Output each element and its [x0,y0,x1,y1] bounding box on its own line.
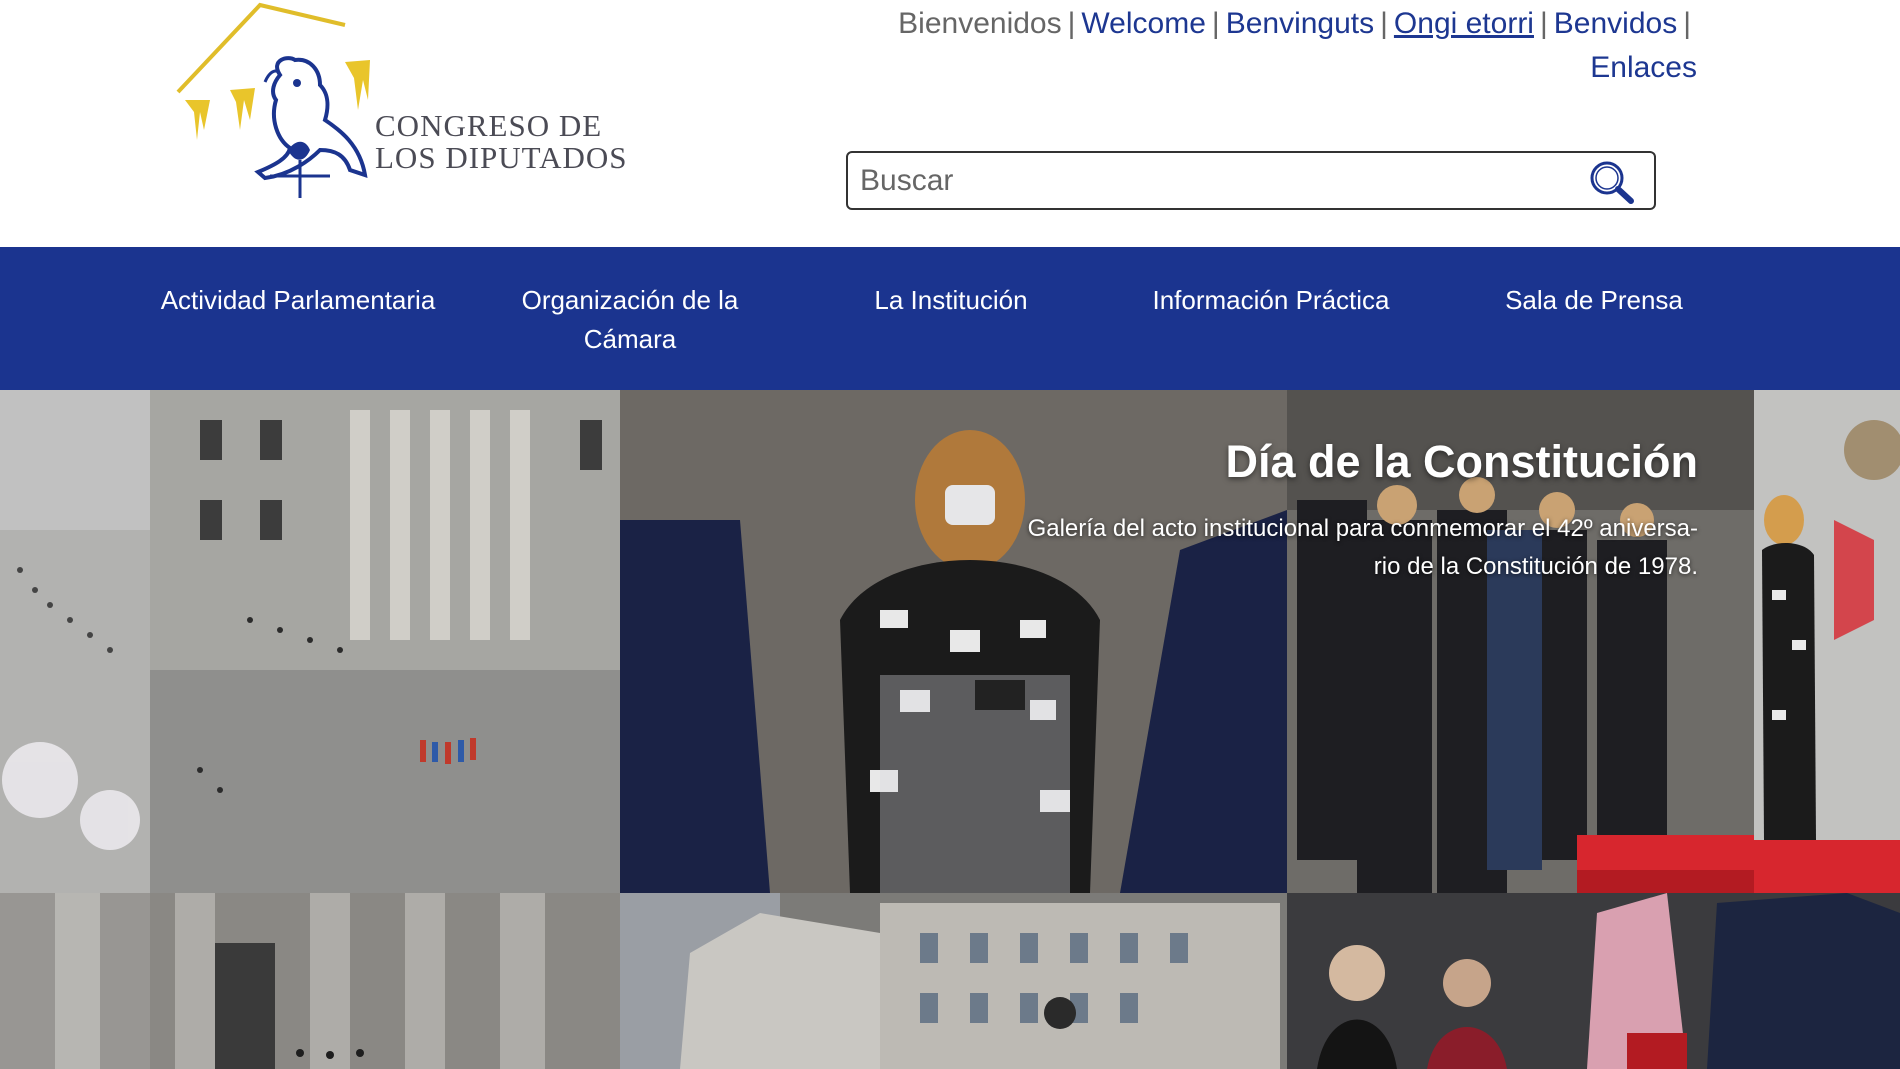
search-button[interactable] [1588,159,1636,205]
hero-description-line-1: Galería del acto institucional para conm… [1027,515,1698,542]
hero-title[interactable]: Día de la Constitución [918,434,1698,490]
nav-item-sala-de-prensa[interactable]: Sala de Prensa [1490,281,1698,320]
search-box [846,151,1656,210]
congreso-logo[interactable]: CONGRESO DE LOS DIPUTADOS [170,0,650,205]
logo-line-2: LOS DIPUTADOS [375,140,628,175]
lang-separator: | [1380,7,1388,40]
hero-left-fade [0,390,150,1069]
hero-photo-street[interactable] [620,893,1287,1069]
search-icon [1590,161,1634,204]
lang-link-catalan[interactable]: Benvinguts [1226,7,1374,40]
lang-current-spanish: Bienvenidos [898,7,1062,40]
crowd-photo-image [1287,893,1900,1069]
hero-photo-right-strip[interactable] [1754,390,1900,893]
main-nav: Actividad Parlamentaria Organización de … [0,247,1900,390]
hero-caption[interactable]: Día de la Constitución Galería del acto … [918,434,1698,586]
site-header: CONGRESO DE LOS DIPUTADOS Bienvenidos | We… [0,0,1900,247]
lang-link-basque[interactable]: Ongi etorri [1394,7,1534,40]
nav-item-organizacion-camara[interactable]: Organización de la Cámara [505,281,755,359]
nav-item-la-institucion[interactable]: La Institución [851,281,1051,320]
language-bar: Bienvenidos | Welcome | Benvinguts | Ongi etor… [797,2,1697,90]
lang-link-english[interactable]: Welcome [1081,7,1205,40]
logo-wordmark: CONGRESO DE LOS DIPUTADOS [375,110,628,174]
hero-photo-crowd[interactable] [1287,893,1900,1069]
search-input[interactable] [860,159,1590,203]
lang-link-galician[interactable]: Benvidos [1554,7,1677,40]
right-strip-photo-image [1754,390,1900,893]
logo-line-1: CONGRESO DE [375,108,603,143]
lang-separator: | [1683,7,1691,40]
lang-separator: | [1539,7,1548,40]
street-photo-image [620,893,1287,1069]
nav-item-actividad-parlamentaria[interactable]: Actividad Parlamentaria [150,281,446,320]
hero-description: Galería del acto institucional para conm… [918,510,1698,586]
lang-separator: | [1211,7,1220,40]
hero-description-line-2: rio de la Constitución de 1978. [1373,553,1698,580]
lang-separator: | [1067,7,1076,40]
nav-item-informacion-practica[interactable]: Información Práctica [1140,281,1402,320]
enlaces-link[interactable]: Enlaces [1590,51,1697,84]
